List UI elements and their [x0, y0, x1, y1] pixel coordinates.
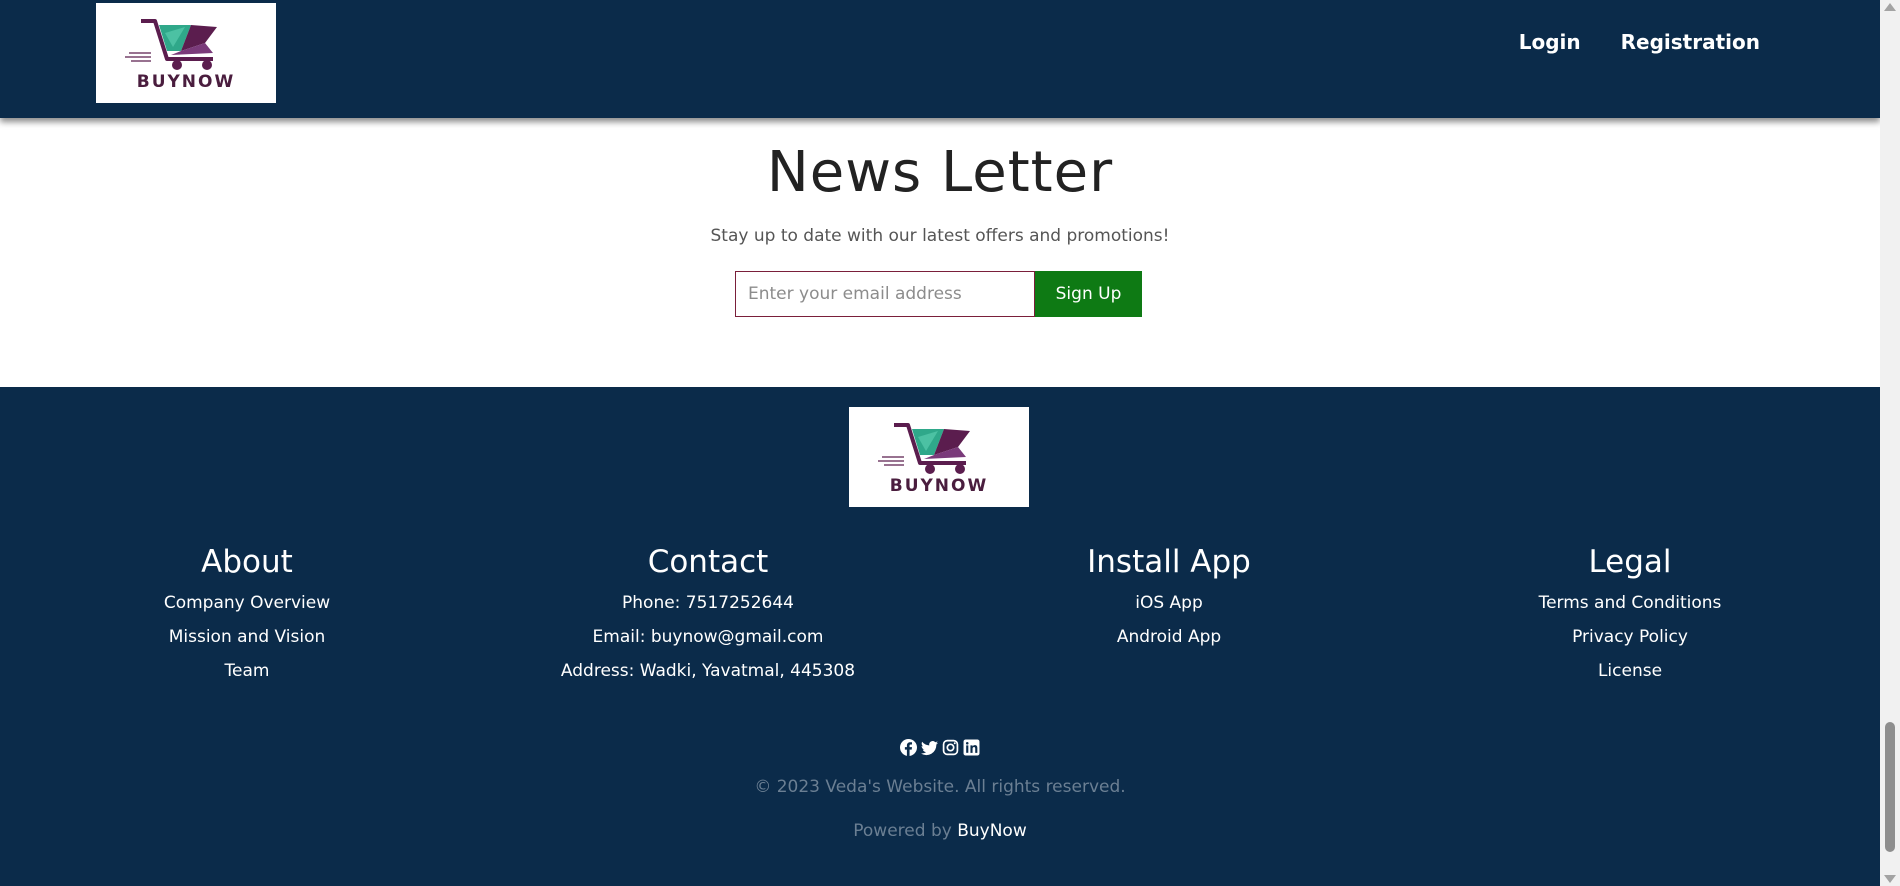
social-links [0, 739, 1880, 756]
footer-link-team[interactable]: Team [37, 654, 457, 688]
footer-legal-heading: Legal [1588, 544, 1672, 580]
facebook-icon[interactable] [900, 739, 917, 756]
newsletter-section: News Letter Stay up to date with our lat… [0, 118, 1880, 387]
footer-legal-column: Legal Terms and Conditions Privacy Polic… [1420, 544, 1840, 688]
instagram-icon[interactable] [942, 739, 959, 756]
svg-text:BUYNOW: BUYNOW [137, 72, 236, 92]
cart-logo-icon: BUYNOW [878, 423, 989, 496]
footer-link-mission-vision[interactable]: Mission and Vision [37, 620, 457, 654]
footer-contact-phone[interactable]: Phone: 7517252644 [498, 586, 918, 620]
footer-link-privacy[interactable]: Privacy Policy [1420, 620, 1840, 654]
site-footer: BUYNOW About Company Overview Mission an… [0, 387, 1880, 886]
footer-install-column: Install App iOS App Android App [959, 544, 1379, 654]
newsletter-title: News Letter [766, 140, 1114, 205]
page: BUYNOW Login Registration News Letter St… [0, 0, 1880, 886]
footer-contact-heading: Contact [647, 544, 769, 580]
footer-link-terms[interactable]: Terms and Conditions [1420, 586, 1840, 620]
linkedin-icon[interactable] [963, 739, 980, 756]
nav-login-link[interactable]: Login [1519, 30, 1581, 54]
newsletter-email-input[interactable] [735, 271, 1035, 317]
powered-by-brand-link[interactable]: BuyNow [957, 821, 1027, 841]
twitter-icon[interactable] [921, 739, 938, 756]
scroll-up-icon[interactable] [1884, 3, 1896, 11]
footer-contact-column: Contact Phone: 7517252644 Email: buynow@… [498, 544, 918, 688]
cart-logo-icon: BUYNOW [125, 19, 236, 92]
signup-button[interactable]: Sign Up [1035, 271, 1142, 317]
footer-install-heading: Install App [1087, 544, 1251, 580]
page-scrollbar[interactable] [1880, 0, 1900, 886]
svg-text:BUYNOW: BUYNOW [890, 476, 989, 496]
header-logo[interactable]: BUYNOW [96, 3, 276, 103]
footer-contact-email[interactable]: Email: buynow@gmail.com [498, 620, 918, 654]
footer-link-ios-app[interactable]: iOS App [959, 586, 1379, 620]
site-header: BUYNOW Login Registration [0, 0, 1880, 118]
footer-logo[interactable]: BUYNOW [849, 407, 1029, 507]
powered-by: Powered by BuyNow [0, 821, 1880, 841]
header-nav: Login Registration [1519, 30, 1760, 54]
scroll-down-icon[interactable] [1884, 875, 1896, 883]
footer-contact-address: Address: Wadki, Yavatmal, 445308 [560, 661, 856, 681]
nav-registration-link[interactable]: Registration [1621, 30, 1760, 54]
footer-about-heading: About [201, 544, 293, 580]
powered-by-prefix: Powered by [853, 821, 952, 841]
scrollbar-thumb[interactable] [1885, 722, 1895, 852]
footer-link-company-overview[interactable]: Company Overview [37, 586, 457, 620]
footer-link-android-app[interactable]: Android App [959, 620, 1379, 654]
footer-link-license[interactable]: License [1420, 654, 1840, 688]
newsletter-form: Sign Up [735, 271, 1142, 317]
copyright-text: © 2023 Veda's Website. All rights reserv… [754, 777, 1126, 797]
footer-about-column: About Company Overview Mission and Visio… [37, 544, 457, 688]
newsletter-subtitle: Stay up to date with our latest offers a… [710, 226, 1170, 246]
